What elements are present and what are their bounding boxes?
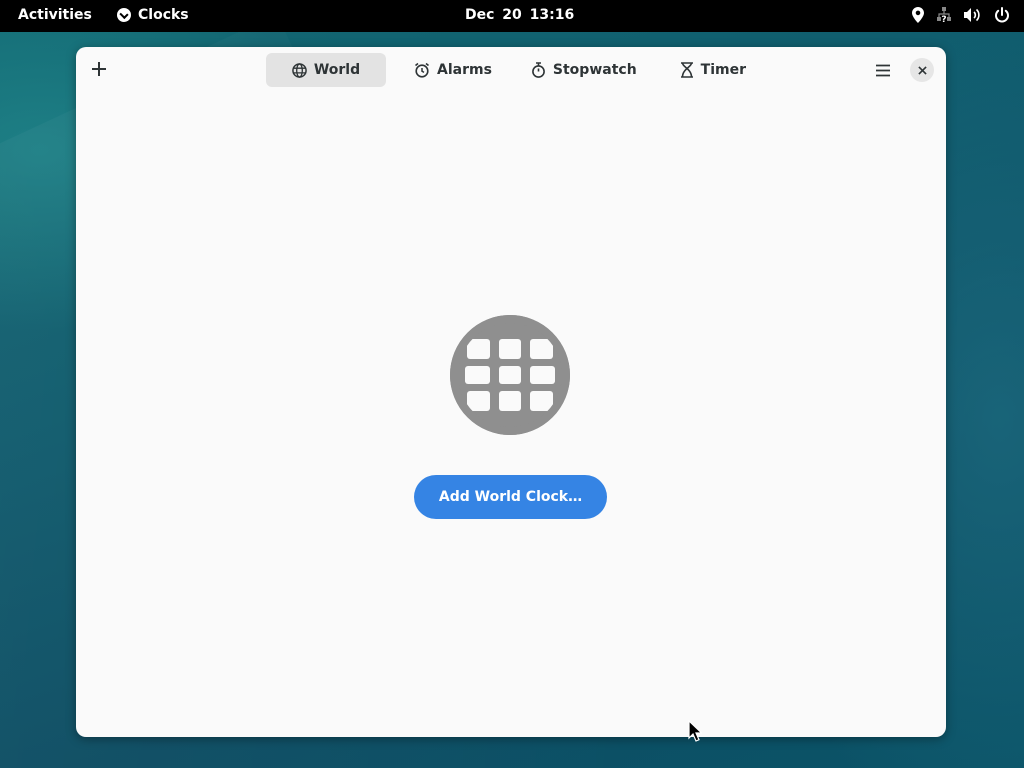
globe-icon bbox=[450, 315, 570, 435]
power-icon[interactable] bbox=[994, 7, 1010, 23]
top-bar: Activities Clocks Dec 20 13:16 ? bbox=[0, 0, 1024, 32]
network-unknown-icon[interactable]: ? bbox=[936, 7, 952, 23]
date-time[interactable]: Dec 20 13:16 bbox=[465, 7, 574, 23]
world-empty-state: Add World Clock… bbox=[76, 47, 946, 737]
app-menu[interactable]: Clocks bbox=[117, 7, 189, 23]
svg-text:?: ? bbox=[941, 15, 946, 23]
mouse-cursor-icon bbox=[688, 720, 702, 742]
activities-button[interactable]: Activities bbox=[18, 7, 92, 23]
location-icon[interactable] bbox=[912, 7, 924, 23]
clocks-window: World Alarms Stopwatch Timer Add World C… bbox=[76, 47, 946, 737]
app-menu-label: Clocks bbox=[138, 7, 189, 23]
system-tray[interactable]: ? bbox=[912, 7, 1010, 23]
volume-icon[interactable] bbox=[964, 7, 982, 23]
clock-app-icon bbox=[117, 8, 131, 22]
add-world-clock-button[interactable]: Add World Clock… bbox=[414, 475, 607, 519]
